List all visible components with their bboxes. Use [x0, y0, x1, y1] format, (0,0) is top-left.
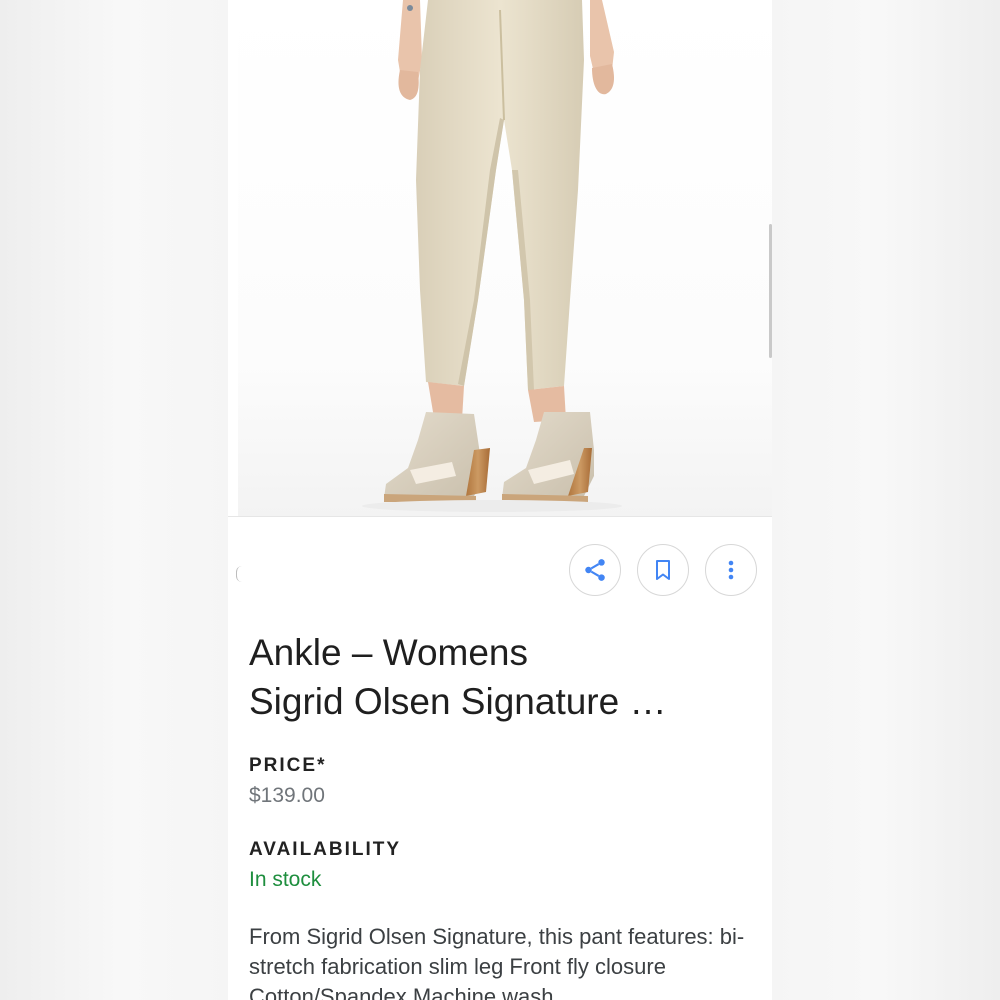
product-description: From Sigrid Olsen Signature, this pant f…	[249, 924, 745, 1000]
share-button[interactable]	[569, 544, 621, 596]
product-title-line-2: Sigrid Olsen Signature …	[249, 681, 667, 722]
image-divider	[228, 516, 772, 517]
scrollbar-thumb[interactable]	[769, 224, 772, 358]
product-title-line-1: Ankle – Womens	[249, 632, 528, 673]
availability-label: AVAILABILITY	[249, 839, 402, 860]
availability-value: In stock	[249, 868, 322, 891]
more-vert-icon	[719, 558, 743, 582]
bookmark-icon	[651, 558, 675, 582]
product-photo-illustration	[362, 0, 622, 512]
share-icon	[582, 557, 608, 583]
bookmark-button[interactable]	[637, 544, 689, 596]
product-card: Ankle – Womens Sigrid Olsen Signature … …	[228, 0, 772, 1000]
carousel-edge-mark	[236, 566, 243, 582]
more-options-button[interactable]	[705, 544, 757, 596]
price-value: $139.00	[249, 784, 325, 807]
price-label: PRICE*	[249, 755, 327, 776]
product-image[interactable]	[238, 0, 772, 516]
product-title: Ankle – Womens Sigrid Olsen Signature …	[249, 628, 749, 726]
